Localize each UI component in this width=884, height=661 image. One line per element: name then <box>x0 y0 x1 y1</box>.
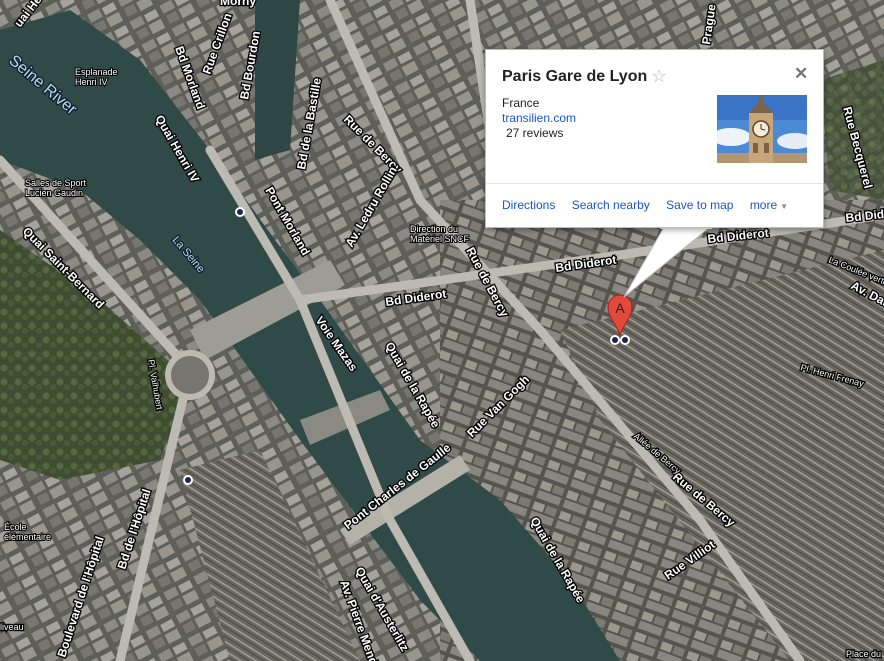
metro-station-icon <box>235 207 245 217</box>
reviews-link[interactable]: 27 reviews <box>506 126 563 140</box>
place-title: Paris Gare de Lyon <box>502 68 648 85</box>
chevron-down-icon[interactable]: ▼ <box>780 202 788 211</box>
street-morny: Morny <box>220 0 256 8</box>
star-icon[interactable]: ☆ <box>651 66 667 87</box>
poi-salle-sport: Salles de Sport Lucien Gaudin <box>25 178 87 198</box>
info-actions: Directions Search nearby Save to map mor… <box>502 198 801 212</box>
info-divider <box>486 183 823 184</box>
info-window: Paris Gare de Lyon ☆ ✕ France transilien… <box>485 49 824 228</box>
info-window-pointer <box>623 227 712 298</box>
save-to-map-link[interactable]: Save to map <box>666 198 733 212</box>
more-link[interactable]: more <box>750 198 777 212</box>
place-photo[interactable] <box>717 95 807 163</box>
close-icon[interactable]: ✕ <box>794 64 808 84</box>
website-link[interactable]: transilien.com <box>502 111 576 125</box>
place-country: France <box>502 96 540 110</box>
directions-link[interactable]: Directions <box>502 198 555 212</box>
metro-station-icon <box>183 475 193 485</box>
street-place-du: Place du <box>846 649 881 659</box>
street-niveau: liveau <box>0 622 24 632</box>
search-nearby-link[interactable]: Search nearby <box>572 198 650 212</box>
